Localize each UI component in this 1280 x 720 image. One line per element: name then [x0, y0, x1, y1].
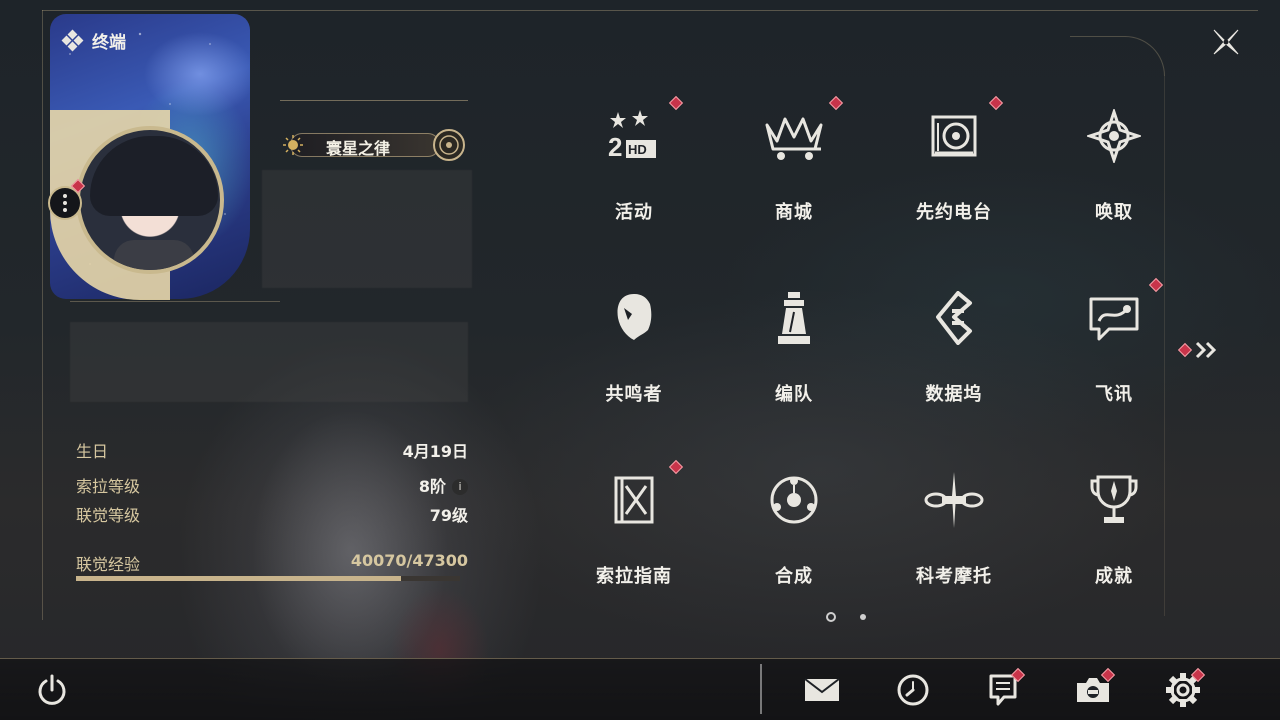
sola-level-value: 8阶	[418, 477, 446, 496]
message-chat-icon	[1089, 297, 1139, 341]
menu-item-label: 唤取	[1095, 202, 1133, 223]
trophy-icon	[1090, 475, 1138, 523]
exp-row: 联觉经验 40070/47300	[76, 551, 468, 575]
menu-item-label: 商城	[775, 202, 813, 223]
frame-line-left	[42, 10, 43, 620]
exp-progress-fill	[76, 576, 402, 581]
event-2hd-icon: 2 HD	[608, 110, 656, 162]
menu-item-messages[interactable]: 飞讯	[1034, 264, 1194, 446]
notification-badge	[988, 95, 1004, 111]
menu-item-achievements[interactable]: 成就	[1034, 446, 1194, 628]
title-divider	[280, 100, 468, 101]
sun-emblem-icon	[283, 135, 303, 155]
sola-level-row: 索拉等级 8阶 i	[76, 473, 468, 497]
page-indicator	[826, 612, 866, 622]
menu-item-label: 合成	[775, 566, 813, 587]
exp-value: 40070/47300	[350, 551, 468, 570]
union-level-row: 联觉等级 79级	[76, 502, 468, 526]
title-badge[interactable]: 寰星之律	[280, 128, 466, 162]
double-chevron-right-icon	[1195, 341, 1217, 359]
close-button[interactable]	[1204, 20, 1248, 64]
menu-item-label: 编队	[775, 384, 813, 405]
menu-item-label: 共鸣者	[605, 384, 663, 405]
info-icon[interactable]: i	[452, 478, 468, 495]
more-vertical-icon	[63, 193, 67, 214]
notification-badge	[668, 95, 684, 111]
menu-item-shop[interactable]: 商城	[714, 82, 874, 264]
mail-button[interactable]	[800, 668, 844, 712]
exp-progress-bar	[76, 576, 460, 581]
title-badge-text: 寰星之律	[326, 139, 391, 158]
notification-badge	[1177, 342, 1193, 358]
avatar[interactable]	[76, 126, 224, 274]
menu-item-label: 成就	[1095, 566, 1133, 587]
notification-badge	[668, 459, 684, 475]
menu-item-databank[interactable]: 数据坞	[874, 264, 1034, 446]
sola-level-label: 索拉等级	[76, 477, 141, 496]
notification-badge	[828, 95, 844, 111]
databank-icon	[936, 291, 972, 345]
avatar-collar	[114, 240, 194, 270]
avatar-hair	[90, 136, 218, 216]
menu-item-radio[interactable]: 先约电台	[874, 82, 1034, 264]
guidebook-icon	[614, 476, 654, 524]
settings-button[interactable]	[1161, 667, 1206, 712]
frame-line-top	[42, 10, 1258, 11]
bottom-divider	[760, 664, 762, 714]
birthday-value: 4月19日	[402, 442, 468, 461]
menu-item-motorbike[interactable]: 科考摩托	[874, 446, 1034, 628]
menu-item-activity[interactable]: 2 HD 活动	[554, 82, 714, 264]
blurred-signature-area	[70, 322, 468, 402]
radio-icon	[931, 115, 977, 157]
page-dot-2[interactable]	[860, 614, 866, 620]
menu-item-label: 科考摩托	[916, 566, 992, 587]
menu-item-label: 飞讯	[1095, 384, 1133, 405]
motorbike-icon	[924, 472, 984, 528]
clock-button[interactable]	[891, 668, 935, 712]
menu-item-guidebook[interactable]: 索拉指南	[554, 446, 714, 628]
formation-chess-icon	[778, 292, 810, 344]
svg-text:HD: HD	[628, 142, 647, 157]
shop-crown-icon	[765, 117, 823, 160]
mail-icon	[804, 678, 840, 701]
menu-item-label: 数据坞	[925, 384, 983, 405]
menu-grid: 2 HD 活动 商城 先约电台 唤取 共鸣者 编队 数据坞 飞讯 索拉指南 合成…	[554, 82, 1198, 628]
menu-item-label: 活动	[615, 202, 653, 223]
card-divider	[70, 301, 280, 302]
resonator-icon	[617, 294, 652, 340]
notification-badge	[1148, 277, 1164, 293]
camera-button[interactable]	[1071, 667, 1116, 712]
next-page-button[interactable]	[1177, 338, 1222, 362]
close-x-icon	[1213, 29, 1239, 55]
terminal-title: 终端	[61, 28, 126, 53]
power-button[interactable]	[30, 668, 74, 712]
title-medal-icon	[433, 129, 465, 161]
birthday-label: 生日	[76, 442, 109, 461]
menu-item-synthesis[interactable]: 合成	[714, 446, 874, 628]
menu-item-summon[interactable]: 唤取	[1034, 82, 1194, 264]
menu-item-formation[interactable]: 编队	[714, 264, 874, 446]
clock-icon	[897, 674, 929, 706]
diamond-cluster-icon	[61, 29, 84, 52]
notice-button[interactable]	[981, 667, 1026, 712]
power-icon	[38, 674, 66, 705]
menu-item-label: 先约电台	[916, 202, 992, 223]
synthesis-icon	[770, 476, 818, 524]
svg-text:2: 2	[608, 132, 622, 162]
summon-compass-icon	[1087, 109, 1141, 163]
exp-label: 联觉经验	[76, 555, 141, 574]
union-level-label: 联觉等级	[76, 506, 141, 525]
page-dot-1[interactable]	[826, 612, 836, 622]
menu-item-label: 索拉指南	[596, 566, 672, 587]
menu-item-resonators[interactable]: 共鸣者	[554, 264, 714, 446]
union-level-value: 79级	[429, 506, 468, 525]
blurred-name-area	[262, 170, 472, 288]
birthday-row: 生日 4月19日	[76, 438, 468, 462]
sola-level-value-wrap: 8阶 i	[419, 473, 468, 497]
terminal-label: 终端	[92, 33, 126, 53]
